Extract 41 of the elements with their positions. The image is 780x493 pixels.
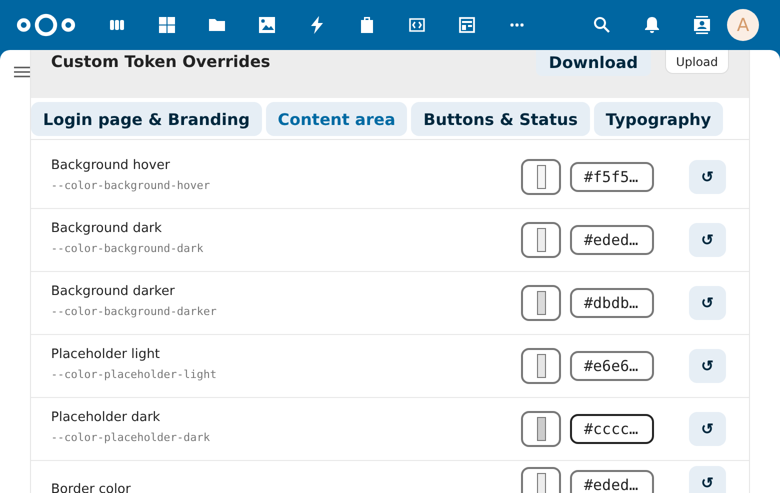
- contacts-icon[interactable]: [693, 16, 711, 34]
- reset-button[interactable]: ↺: [689, 286, 726, 320]
- token-label: Background darker: [51, 284, 176, 300]
- logo-icon[interactable]: [15, 12, 77, 38]
- token-name: --color-placeholder-light: [51, 368, 218, 381]
- token-label: Placeholder light: [51, 347, 161, 363]
- token-name: --color-background-darker: [51, 305, 218, 318]
- reset-button[interactable]: ↺: [689, 223, 726, 257]
- tab[interactable]: Content area: [266, 102, 408, 136]
- color-input-field[interactable]: #cccc…: [570, 414, 654, 444]
- token-label: Placeholder dark: [51, 410, 162, 426]
- color-picker-button[interactable]: [521, 222, 561, 258]
- token-name: --color-background-hover: [51, 179, 211, 192]
- color-input-field[interactable]: #eded…: [570, 225, 654, 255]
- reset-button[interactable]: ↺: [689, 466, 726, 493]
- token-label: Border color: [51, 482, 132, 493]
- color-input-field[interactable]: #e6e6…: [570, 351, 654, 381]
- color-picker-button[interactable]: [521, 411, 561, 447]
- color-input-field[interactable]: #f5f5…: [570, 162, 654, 192]
- download-button[interactable]: Download: [536, 50, 651, 76]
- tab[interactable]: Typography: [594, 102, 724, 136]
- color-picker-button[interactable]: [521, 467, 561, 493]
- token-name: --color-placeholder-dark: [51, 431, 211, 444]
- panel-title: Custom Token Overrides: [51, 52, 270, 71]
- search-icon[interactable]: [593, 16, 611, 34]
- upload-button[interactable]: Upload: [664, 50, 729, 74]
- color-picker-button[interactable]: [521, 348, 561, 384]
- bell-icon[interactable]: [643, 16, 661, 34]
- reset-button[interactable]: ↺: [689, 349, 726, 383]
- color-input-field[interactable]: #dbdb…: [570, 288, 654, 318]
- color-picker-button[interactable]: [521, 159, 561, 195]
- reset-button[interactable]: ↺: [689, 412, 726, 446]
- token-label: Background hover: [51, 158, 171, 174]
- reset-button[interactable]: ↺: [689, 160, 726, 194]
- color-input-field[interactable]: #eded…: [570, 470, 654, 493]
- token-name: --color-background-dark: [51, 242, 204, 255]
- tab[interactable]: Buttons & Status: [411, 102, 590, 136]
- tab[interactable]: Login page & Branding: [31, 102, 262, 136]
- menu-icon[interactable]: [14, 66, 30, 78]
- color-picker-button[interactable]: [521, 285, 561, 321]
- token-label: Background dark: [51, 221, 163, 237]
